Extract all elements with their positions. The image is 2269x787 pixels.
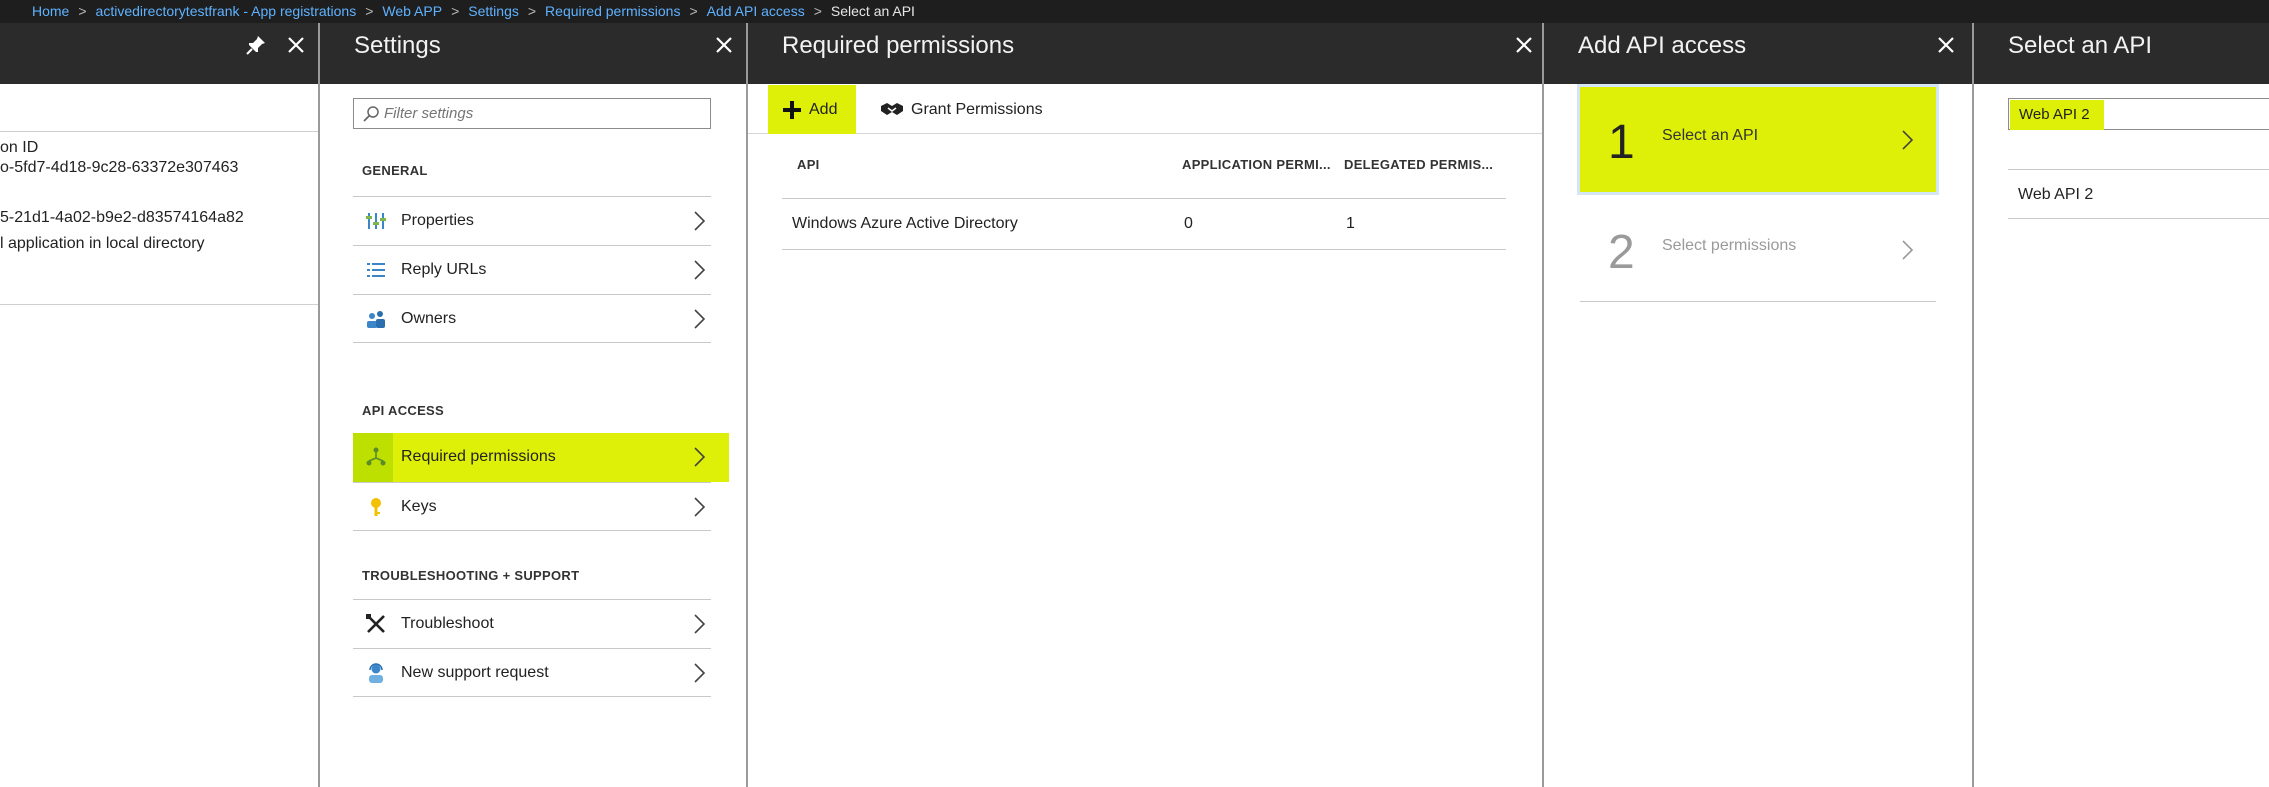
handshake-icon xyxy=(881,103,903,115)
section-label-general: GENERAL xyxy=(362,163,428,178)
support-icon xyxy=(369,663,383,683)
blade-title: Add API access xyxy=(1578,32,1747,59)
key-icon xyxy=(371,498,381,516)
column-header-application-permissions[interactable]: APPLICATION PERMI... xyxy=(1182,157,1331,172)
menu-item-label: Reply URLs xyxy=(401,261,487,278)
blade-title: Required permissions xyxy=(782,32,1015,59)
blade-header: Settings xyxy=(320,23,746,84)
section-label-api-access: API ACCESS xyxy=(362,403,444,418)
add-api-access-blade: Add API access 1 Select an API 2 Select … xyxy=(1544,23,1974,787)
breadcrumb-required-permissions[interactable]: Required permissions xyxy=(545,3,680,19)
breadcrumb-app-registrations[interactable]: activedirectorytestfrank - App registrat… xyxy=(96,3,357,19)
divider xyxy=(0,131,318,132)
add-button[interactable]: Add xyxy=(768,85,856,134)
chevron-right-icon xyxy=(694,614,706,634)
section-label-troubleshooting: TROUBLESHOOTING + SUPPORT xyxy=(362,568,580,583)
blade-header: Add API access xyxy=(1544,23,1972,84)
settings-blade: Settings GENERAL Properties Reply URLs xyxy=(320,23,748,787)
step-number: 1 xyxy=(1608,116,1635,169)
add-button-label: Add xyxy=(809,101,838,118)
chevron-right-icon xyxy=(694,211,706,231)
menu-item-required-permissions[interactable]: Required permissions xyxy=(353,433,729,482)
owners-icon xyxy=(367,311,385,328)
chevron-right-icon: > xyxy=(527,3,537,19)
column-header-api[interactable]: API xyxy=(797,157,820,172)
menu-item-troubleshoot[interactable]: Troubleshoot xyxy=(353,599,711,648)
properties-icon xyxy=(366,213,386,229)
chevron-right-icon xyxy=(694,309,706,329)
step-select-permissions[interactable]: 2 Select permissions xyxy=(1580,197,1936,302)
menu-item-label: Keys xyxy=(401,498,437,515)
menu-item-keys[interactable]: Keys xyxy=(353,482,711,531)
filter-settings-input[interactable] xyxy=(384,102,704,125)
pin-icon[interactable] xyxy=(244,33,268,57)
chevron-right-icon: > xyxy=(451,3,460,19)
chevron-right-icon: > xyxy=(813,3,822,19)
required-permissions-blade: Required permissions Add Grant Permissio… xyxy=(748,23,1544,787)
object-id-value: 5-21d1-4a02-b9e2-d83574164a82 xyxy=(0,209,244,226)
menu-item-label: New support request xyxy=(401,664,549,681)
api-name-cell: Windows Azure Active Directory xyxy=(792,215,1018,232)
close-icon[interactable] xyxy=(1934,33,1958,57)
application-id-value: o-5fd7-4d18-9c28-63372e307463 xyxy=(0,159,239,176)
toolbar: Add Grant Permissions xyxy=(748,84,1542,134)
filter-settings-field[interactable] xyxy=(353,98,711,129)
menu-item-reply-urls[interactable]: Reply URLs xyxy=(353,245,711,294)
menu-item-label: Required permissions xyxy=(401,448,556,465)
managed-application-link[interactable]: l application in local directory xyxy=(0,235,205,253)
chevron-right-icon xyxy=(1902,240,1914,260)
plus-icon xyxy=(783,101,801,119)
chevron-right-icon: > xyxy=(689,3,698,19)
list-icon xyxy=(367,263,385,277)
grant-permissions-button[interactable]: Grant Permissions xyxy=(866,85,1046,134)
breadcrumb-settings[interactable]: Settings xyxy=(468,3,519,19)
chevron-right-icon xyxy=(694,497,706,517)
close-icon[interactable] xyxy=(1512,33,1536,57)
api-search-overlay xyxy=(2008,98,2269,130)
blade-header xyxy=(0,23,318,84)
chevron-right-icon xyxy=(694,260,706,280)
table-row[interactable]: Windows Azure Active Directory 0 1 xyxy=(782,199,1506,250)
breadcrumb: Home > activedirectorytestfrank - App regi… xyxy=(0,0,2269,23)
breadcrumb-current: Select an API xyxy=(830,3,915,19)
chevron-right-icon: > xyxy=(365,3,374,19)
breadcrumb-add-api-access[interactable]: Add API access xyxy=(707,3,805,19)
step-select-an-api[interactable]: 1 Select an API xyxy=(1580,87,1936,192)
delegated-permissions-cell: 1 xyxy=(1346,215,1355,232)
api-result-label: Web API 2 xyxy=(2018,186,2094,203)
blade-title: Select an API xyxy=(2008,32,2153,59)
menu-item-label: Owners xyxy=(401,310,457,327)
step-label: Select an API xyxy=(1662,127,1759,144)
permissions-icon xyxy=(366,447,386,466)
chevron-right-icon: > xyxy=(78,3,87,19)
menu-item-properties[interactable]: Properties xyxy=(353,196,711,245)
step-label: Select permissions xyxy=(1662,237,1797,254)
search-icon xyxy=(363,106,379,122)
menu-item-label: Troubleshoot xyxy=(401,615,494,632)
chevron-right-icon xyxy=(694,447,706,467)
blade-title: Settings xyxy=(354,32,441,59)
select-an-api-blade: Select an API Web API 2 xyxy=(1974,23,2269,787)
chevron-right-icon xyxy=(1902,130,1914,150)
column-header-delegated-permissions[interactable]: DELEGATED PERMIS... xyxy=(1344,157,1493,172)
application-id-label: on ID xyxy=(0,139,39,156)
close-icon[interactable] xyxy=(284,33,308,57)
application-permissions-cell: 0 xyxy=(1184,215,1193,232)
close-icon[interactable] xyxy=(712,33,736,57)
divider xyxy=(0,304,318,305)
chevron-right-icon xyxy=(694,663,706,683)
breadcrumb-home[interactable]: Home xyxy=(32,3,69,19)
api-result-item[interactable]: Web API 2 xyxy=(2008,170,2269,219)
breadcrumb-web-app[interactable]: Web APP xyxy=(382,3,442,19)
grant-permissions-label: Grant Permissions xyxy=(911,101,1043,118)
menu-item-label: Properties xyxy=(401,212,474,229)
blade-header: Required permissions xyxy=(748,23,1542,84)
menu-item-new-support-request[interactable]: New support request xyxy=(353,648,711,697)
blade-header: Select an API xyxy=(1974,23,2269,84)
step-number: 2 xyxy=(1608,226,1635,279)
api-search-input[interactable] xyxy=(2019,103,2259,125)
menu-item-owners[interactable]: Owners xyxy=(353,294,711,343)
tools-icon xyxy=(366,614,385,633)
app-blade: on ID o-5fd7-4d18-9c28-63372e307463 5-21… xyxy=(0,23,320,787)
